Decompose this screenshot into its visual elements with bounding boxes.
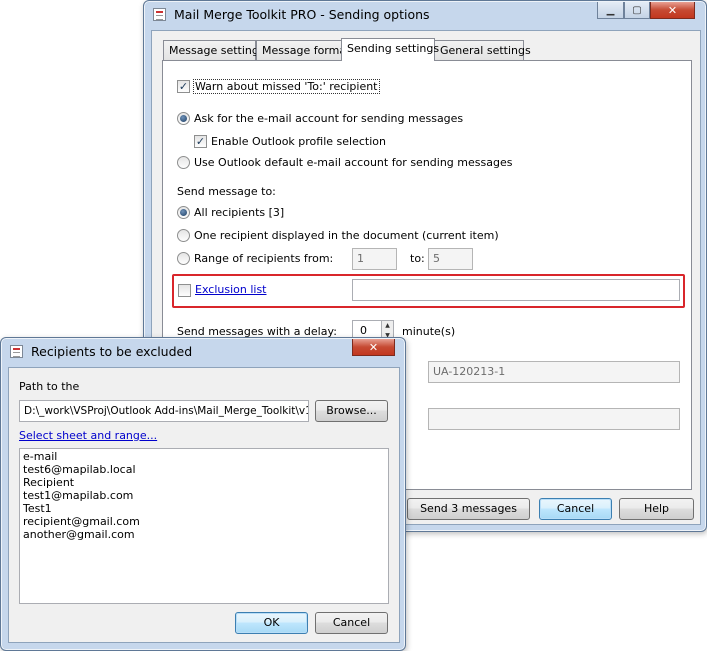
tab-sending-settings[interactable]: Sending settings — [341, 38, 439, 61]
list-item: e-mail — [23, 450, 58, 463]
tab-message-settings[interactable]: Message settings — [163, 40, 265, 60]
list-item: test1@mapilab.com — [23, 489, 134, 502]
dialog-titlebar[interactable]: Recipients to be excluded ✕ — [1, 338, 405, 366]
tab-general-settings[interactable]: General settings — [434, 40, 531, 60]
recipients-list[interactable]: e-mail test6@mapilab.local Recipient tes… — [19, 448, 389, 604]
range-radio[interactable] — [177, 252, 190, 265]
dialog-client-area: Path to the D:\_work\VSProj\Outlook Add-… — [8, 367, 400, 643]
enable-profile-checkbox[interactable]: ✓ — [194, 135, 207, 148]
ask-account-label: Ask for the e-mail account for sending m… — [194, 112, 464, 125]
tracking-field[interactable]: UA-120213-1 — [428, 361, 680, 383]
use-default-radio[interactable] — [177, 156, 190, 169]
app-icon — [153, 8, 166, 21]
tab-message-format[interactable]: Message format — [256, 40, 350, 60]
warn-missed-to-checkbox[interactable]: ✓ — [177, 80, 190, 93]
range-to-label: to: — [410, 252, 425, 265]
ask-account-radio[interactable] — [177, 112, 190, 125]
range-to-input[interactable]: 5 — [428, 248, 473, 270]
all-recipients-label: All recipients [3] — [194, 206, 285, 219]
warn-missed-to-label: Warn about missed 'To:' recipient — [193, 79, 380, 94]
exclusion-list-input[interactable] — [352, 279, 680, 301]
dialog-app-icon — [10, 345, 23, 358]
range-label: Range of recipients from: — [194, 252, 334, 265]
list-item: Test1 — [23, 502, 52, 515]
main-window-title: Mail Merge Toolkit PRO - Sending options — [174, 7, 430, 22]
one-recipient-radio[interactable] — [177, 229, 190, 242]
dialog-cancel-button[interactable]: Cancel — [315, 612, 388, 634]
exclusion-checkbox[interactable] — [178, 284, 191, 297]
browse-button[interactable]: Browse... — [315, 400, 388, 422]
tab-strip: Message settings Message format Sending … — [162, 38, 692, 62]
exclusion-dialog: Recipients to be excluded ✕ Path to the … — [0, 337, 406, 651]
close-icon[interactable]: ✕ — [650, 2, 695, 19]
exclusion-list-link[interactable]: Exclusion list — [195, 283, 266, 296]
dialog-close-icon[interactable]: ✕ — [352, 339, 395, 356]
use-default-label: Use Outlook default e-mail account for s… — [194, 156, 513, 169]
one-recipient-label: One recipient displayed in the document … — [194, 229, 499, 242]
enable-profile-label: Enable Outlook profile selection — [211, 135, 386, 148]
list-item: test6@mapilab.local — [23, 463, 136, 476]
dialog-title: Recipients to be excluded — [31, 344, 193, 359]
maximize-button[interactable]: ▢ — [624, 2, 650, 19]
send-to-label: Send message to: — [177, 185, 276, 198]
select-sheet-link[interactable]: Select sheet and range... — [19, 429, 157, 442]
extra-field[interactable] — [428, 408, 680, 430]
range-from-input[interactable]: 1 — [352, 248, 397, 270]
help-button[interactable]: Help — [619, 498, 694, 520]
list-item: Recipient — [23, 476, 75, 489]
send-messages-button[interactable]: Send 3 messages — [407, 498, 530, 520]
list-item: recipient@gmail.com — [23, 515, 140, 528]
minimize-button[interactable]: ▁ — [597, 2, 624, 19]
cancel-button[interactable]: Cancel — [539, 498, 612, 520]
path-input[interactable]: D:\_work\VSProj\Outlook Add-ins\Mail_Mer… — [19, 400, 309, 422]
ok-button[interactable]: OK — [235, 612, 308, 634]
delay-unit-label: minute(s) — [402, 325, 456, 338]
all-recipients-radio[interactable] — [177, 206, 190, 219]
list-item: another@gmail.com — [23, 528, 135, 541]
main-titlebar[interactable]: Mail Merge Toolkit PRO - Sending options… — [144, 1, 706, 29]
path-label: Path to the — [19, 380, 80, 393]
